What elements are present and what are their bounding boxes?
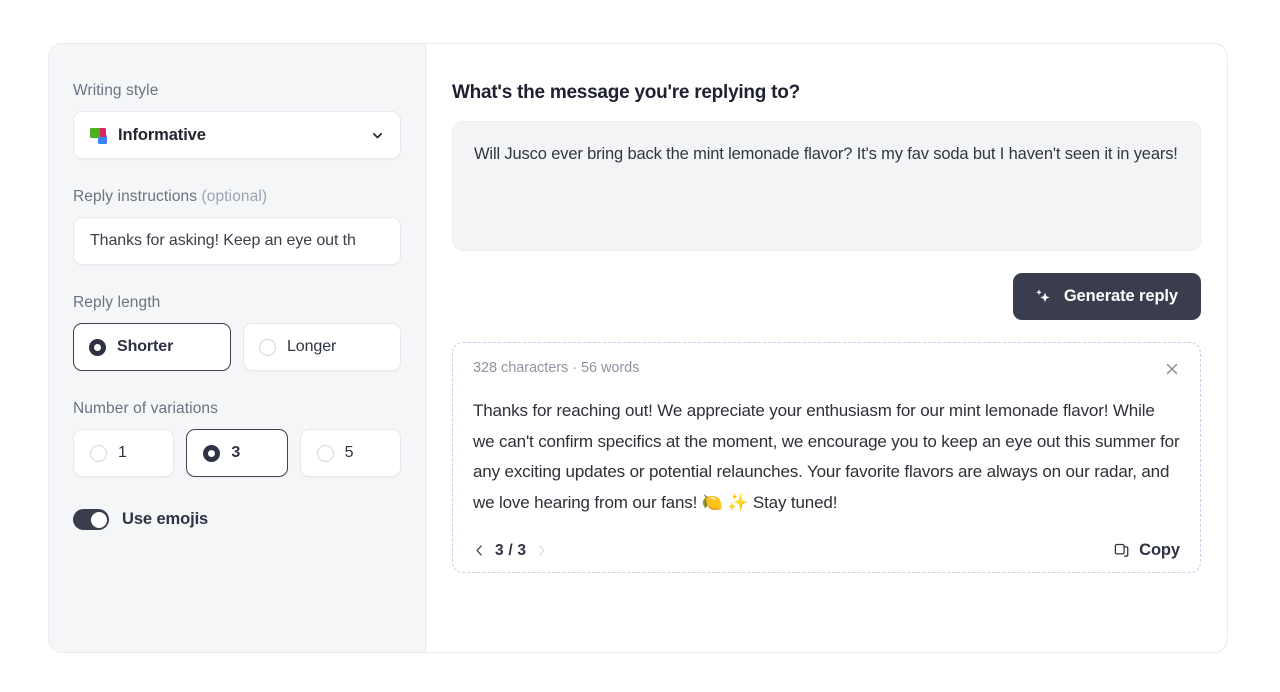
variations-option-label: 1 xyxy=(118,444,127,461)
sparkles-icon xyxy=(1033,287,1053,307)
variations-option-label: 5 xyxy=(344,444,354,461)
reply-length-option-shorter[interactable]: Shorter xyxy=(73,323,231,371)
generated-reply-text: Thanks for reaching out! We appreciate y… xyxy=(473,401,1180,512)
radio-icon xyxy=(90,444,107,462)
settings-panel: Writing style Informative Reply instruct… xyxy=(49,44,426,652)
copy-icon xyxy=(1113,542,1130,559)
writing-style-label: Writing style xyxy=(73,82,159,99)
variations-option-label: 3 xyxy=(231,444,241,461)
variations-option-1[interactable]: 1 xyxy=(73,429,175,477)
variations-option-5[interactable]: 5 xyxy=(299,429,401,477)
chevron-left-icon[interactable] xyxy=(473,544,486,557)
radio-icon xyxy=(89,338,106,356)
reply-instructions-label-text: Reply instructions xyxy=(73,188,202,205)
copy-label: Copy xyxy=(1139,541,1180,559)
reply-length-options: Shorter Longer xyxy=(73,323,401,371)
reply-stats: 328 characters · 56 words xyxy=(473,360,640,376)
source-message-text: Will Jusco ever bring back the mint lemo… xyxy=(474,145,1178,163)
variations-options: 1 3 5 xyxy=(73,429,401,477)
reply-instructions-optional: (optional) xyxy=(201,188,268,205)
close-icon[interactable] xyxy=(1164,361,1180,377)
generated-reply-card: 328 characters · 56 words Thanks for rea… xyxy=(452,342,1201,573)
variation-counter: 3 / 3 xyxy=(495,541,527,559)
source-message-input[interactable]: Will Jusco ever bring back the mint lemo… xyxy=(452,121,1201,251)
reply-length-option-label: Shorter xyxy=(117,338,174,355)
reply-instructions-label: Reply instructions (optional) xyxy=(73,188,401,206)
toggle-switch-icon xyxy=(73,509,109,530)
app-root: Writing style Informative Reply instruct… xyxy=(0,0,1280,692)
use-emojis-label: Use emojis xyxy=(122,510,209,528)
variations-label: Number of variations xyxy=(73,400,219,417)
reply-length-label: Reply length xyxy=(73,294,161,311)
generate-reply-button[interactable]: Generate reply xyxy=(1012,273,1201,320)
generate-reply-label: Generate reply xyxy=(1063,287,1178,305)
generate-row: Generate reply xyxy=(452,273,1201,320)
page-title: What's the message you're replying to? xyxy=(452,82,800,103)
copy-button[interactable]: Copy xyxy=(1113,541,1180,560)
variation-pagination: 3 / 3 xyxy=(473,542,548,560)
chevron-right-icon[interactable] xyxy=(535,544,548,557)
generated-reply-footer: 3 / 3 Copy xyxy=(473,541,1180,560)
reply-length-option-label: Longer xyxy=(287,338,337,355)
variations-option-3[interactable]: 3 xyxy=(186,429,288,477)
radio-icon xyxy=(316,444,334,462)
chevron-down-icon xyxy=(371,129,384,142)
compose-panel: What's the message you're replying to? W… xyxy=(426,44,1227,652)
generated-reply-header: 328 characters · 56 words xyxy=(473,360,1180,377)
writing-style-value: Informative xyxy=(118,125,206,144)
use-emojis-toggle[interactable]: Use emojis xyxy=(73,509,401,530)
reply-instructions-input[interactable]: Thanks for asking! Keep an eye out th xyxy=(73,217,401,265)
reply-generator-card: Writing style Informative Reply instruct… xyxy=(48,43,1228,653)
layers-color-icon xyxy=(90,127,107,144)
reply-length-option-longer[interactable]: Longer xyxy=(243,323,401,371)
writing-style-select[interactable]: Informative xyxy=(73,111,401,159)
reply-instructions-value: Thanks for asking! Keep an eye out th xyxy=(90,232,356,249)
radio-icon xyxy=(259,338,276,356)
radio-icon xyxy=(203,444,221,462)
